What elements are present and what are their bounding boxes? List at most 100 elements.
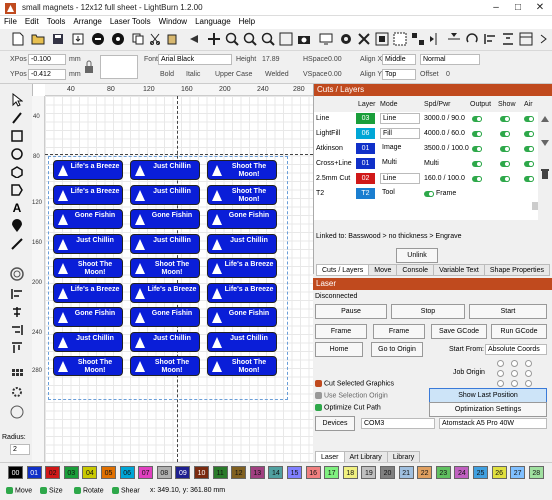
- tab-console[interactable]: Console: [396, 264, 435, 276]
- layer-color-chip[interactable]: 03: [356, 113, 375, 124]
- line-icon[interactable]: [9, 128, 25, 144]
- zoom-in-icon[interactable]: [224, 31, 240, 47]
- magnet-tag[interactable]: Gone Fishin: [130, 307, 200, 327]
- air-toggle[interactable]: [524, 116, 534, 122]
- style-select[interactable]: Normal: [420, 54, 480, 65]
- magnet-tag[interactable]: Shoot The Moon!: [130, 258, 200, 278]
- position-laser-icon[interactable]: [9, 218, 25, 234]
- tools-icon[interactable]: [356, 31, 372, 47]
- output-toggle[interactable]: [472, 131, 482, 137]
- magnet-tag[interactable]: Gone Fishin: [53, 209, 123, 229]
- rotate-icon[interactable]: [464, 31, 480, 47]
- layer-row[interactable]: Cross+Line 01 Multi Multi: [314, 157, 538, 171]
- new-file-icon[interactable]: [10, 31, 26, 47]
- workspace-grid[interactable]: Life's a Breeze Just Chillin Shoot The Moo…: [45, 96, 313, 462]
- magnet-tag[interactable]: Life's a Breeze: [207, 258, 277, 278]
- shape-icon[interactable]: [9, 182, 25, 198]
- distribute-icon[interactable]: [500, 31, 516, 47]
- dock-icon[interactable]: [518, 31, 534, 47]
- flip-icon[interactable]: [428, 31, 444, 47]
- menu-window[interactable]: Window: [155, 16, 191, 27]
- menu-tools[interactable]: Tools: [43, 16, 70, 27]
- menu-file[interactable]: File: [0, 16, 21, 27]
- palette-swatch[interactable]: 20: [380, 466, 395, 479]
- palette-swatch[interactable]: 04: [82, 466, 98, 479]
- polygon-icon[interactable]: [9, 164, 25, 180]
- ellipse-icon[interactable]: [9, 146, 25, 162]
- magnet-tag[interactable]: Shoot The Moon!: [130, 356, 200, 376]
- magnet-tag[interactable]: Shoot The Moon!: [207, 184, 277, 205]
- layer-row[interactable]: Line 03 Line 3000.0 / 90.0: [314, 112, 538, 126]
- device-select[interactable]: Atomstack A5 Pro 40W: [439, 418, 547, 429]
- move-icon[interactable]: [206, 31, 222, 47]
- tab-shape-properties[interactable]: Shape Properties: [483, 264, 550, 276]
- magnet-tag[interactable]: Life's a Breeze: [53, 282, 123, 303]
- upper-case-checkbox[interactable]: Upper Case: [215, 71, 252, 78]
- output-toggle[interactable]: [472, 161, 482, 167]
- layer-mode-select[interactable]: Multi: [380, 158, 420, 169]
- ungroup-icon[interactable]: [410, 31, 426, 47]
- origin-selector[interactable]: [100, 55, 138, 79]
- layer-color-chip[interactable]: 01: [356, 158, 375, 169]
- show-toggle[interactable]: [500, 161, 510, 167]
- align-right-icon[interactable]: [9, 322, 25, 338]
- magnet-tag[interactable]: Shoot The Moon!: [53, 258, 123, 278]
- palette-swatch[interactable]: 19: [361, 466, 377, 479]
- measure-icon[interactable]: [9, 236, 25, 252]
- rotary-icon[interactable]: [9, 404, 25, 420]
- monitor-icon[interactable]: [318, 31, 334, 47]
- maximize-button[interactable]: □: [507, 0, 529, 16]
- radius-field[interactable]: 2: [10, 444, 30, 455]
- palette-swatch[interactable]: 28: [528, 466, 544, 479]
- menu-arrange[interactable]: Arrange: [69, 16, 105, 27]
- palette-swatch[interactable]: 27: [510, 466, 526, 479]
- origin-radio[interactable]: [497, 380, 504, 387]
- camera-icon[interactable]: [296, 31, 312, 47]
- palette-swatch[interactable]: 26: [491, 466, 507, 479]
- palette-swatch[interactable]: 22: [417, 466, 433, 479]
- italic-checkbox[interactable]: Italic: [186, 71, 200, 78]
- magnet-tag[interactable]: Just Chillin: [130, 184, 200, 205]
- tab-variable-text[interactable]: Variable Text: [433, 264, 485, 276]
- align-center-icon[interactable]: [9, 304, 25, 320]
- zoom-fit-icon[interactable]: [260, 31, 276, 47]
- mirror-icon[interactable]: [446, 31, 462, 47]
- tab-move[interactable]: Move: [368, 264, 398, 276]
- move-down-icon[interactable]: [540, 138, 550, 148]
- magnet-tag[interactable]: Life's a Breeze: [53, 184, 123, 205]
- show-last-position-button[interactable]: Show Last Position: [429, 388, 547, 403]
- menu-help[interactable]: Help: [235, 16, 259, 27]
- run-gcode-button[interactable]: Run GCode: [491, 324, 547, 339]
- layer-color-chip[interactable]: 06: [356, 128, 375, 139]
- palette-swatch[interactable]: 24: [454, 466, 470, 479]
- show-toggle[interactable]: [500, 116, 510, 122]
- bold-checkbox[interactable]: Bold: [160, 71, 174, 78]
- minimize-button[interactable]: –: [485, 0, 507, 16]
- layer-color-chip[interactable]: 01: [356, 143, 375, 154]
- output-toggle[interactable]: [472, 116, 482, 122]
- origin-radio[interactable]: [525, 370, 532, 377]
- palette-swatch[interactable]: 25: [473, 466, 488, 479]
- select-icon[interactable]: [9, 92, 25, 108]
- frame-button[interactable]: Frame: [315, 324, 367, 339]
- frame-circle-button[interactable]: Frame: [373, 324, 425, 339]
- text-icon[interactable]: A: [9, 200, 25, 216]
- circular-array-icon[interactable]: [9, 384, 25, 400]
- menu-edit[interactable]: Edit: [21, 16, 43, 27]
- origin-radio[interactable]: [497, 360, 504, 367]
- trash-icon[interactable]: [540, 168, 550, 180]
- move-up-icon[interactable]: [540, 114, 550, 124]
- size-toggle[interactable]: Size: [40, 487, 63, 494]
- palette-swatch[interactable]: 09: [175, 466, 191, 479]
- layer-row[interactable]: T2 T2 Tool Frame: [314, 187, 538, 201]
- origin-radio[interactable]: [511, 370, 518, 377]
- palette-swatch[interactable]: 03: [63, 466, 79, 479]
- show-toggle[interactable]: [500, 146, 510, 152]
- menu-laser-tools[interactable]: Laser Tools: [106, 16, 155, 27]
- save-gcode-button[interactable]: Save GCode: [431, 324, 487, 339]
- save-icon[interactable]: [50, 31, 66, 47]
- start-button[interactable]: Start: [469, 304, 547, 319]
- stop-button[interactable]: Stop: [391, 304, 465, 319]
- welded-checkbox[interactable]: Welded: [265, 71, 289, 78]
- move-toggle[interactable]: Move: [6, 487, 32, 494]
